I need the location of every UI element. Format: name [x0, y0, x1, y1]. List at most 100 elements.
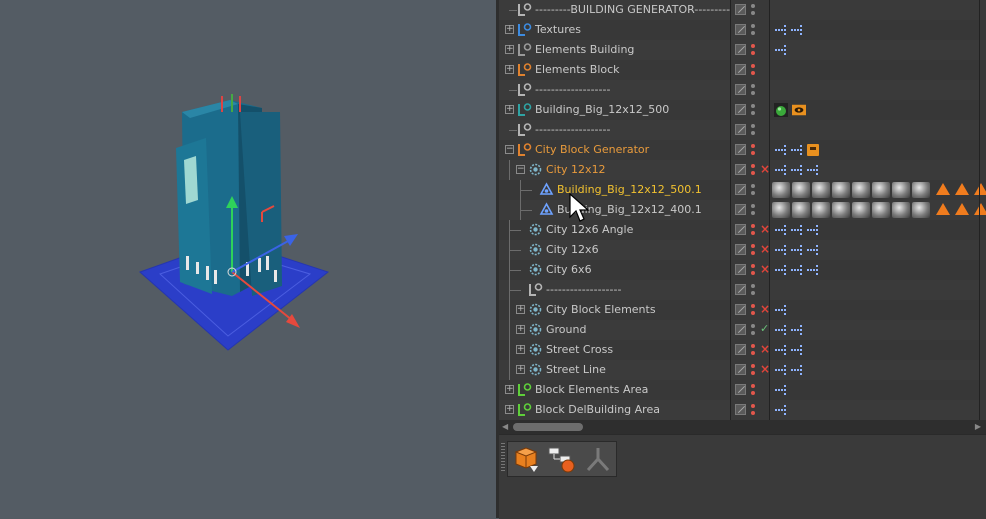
expand-icon[interactable]: + [505, 25, 514, 34]
editor-visibility-dot[interactable] [751, 184, 755, 188]
render-visibility-dot[interactable] [751, 371, 755, 375]
layer-icon[interactable] [735, 304, 746, 315]
layer-icon[interactable] [735, 224, 746, 235]
render-visibility-dot[interactable] [751, 91, 755, 95]
warning-triangle-icon[interactable] [936, 203, 950, 215]
editor-visibility-dot[interactable] [751, 4, 755, 8]
object-row[interactable]: + Elements Building [499, 40, 986, 60]
expand-icon[interactable]: + [505, 65, 514, 74]
toolbar-grip[interactable] [501, 443, 505, 473]
selection-tag-icon[interactable] [774, 223, 788, 237]
object-row[interactable]: + Block DelBuilding Area [499, 400, 986, 420]
selection-tag-icon[interactable] [790, 143, 804, 157]
selection-tag-icon[interactable] [774, 403, 788, 417]
editor-visibility-dot[interactable] [751, 84, 755, 88]
object-name-cell[interactable]: − City 12x12 [499, 160, 730, 180]
layer-icon[interactable] [735, 404, 746, 415]
object-row[interactable]: City 12x6 Angle × [499, 220, 986, 240]
object-row[interactable]: ------------------- [499, 120, 986, 140]
object-row[interactable]: ---------BUILDING GENERATOR--------- [499, 0, 986, 20]
object-name-cell[interactable]: + Street Line [499, 360, 730, 380]
object-name-cell[interactable]: City 6x6 [499, 260, 730, 280]
object-row[interactable]: City 6x6 × [499, 260, 986, 280]
render-visibility-dot[interactable] [751, 331, 755, 335]
material-tag-icon[interactable] [772, 182, 790, 198]
object-row[interactable]: − City Block Generator [499, 140, 986, 160]
editor-visibility-dot[interactable] [751, 64, 755, 68]
object-row[interactable]: + City Block Elements × [499, 300, 986, 320]
selection-tag-icon[interactable] [790, 263, 804, 277]
layer-icon[interactable] [735, 4, 746, 15]
layer-icon[interactable] [735, 244, 746, 255]
object-name-cell[interactable]: − City Block Generator [499, 140, 730, 160]
expand-icon[interactable]: + [505, 45, 514, 54]
object-name-cell[interactable]: ---------BUILDING GENERATOR--------- [499, 0, 730, 20]
render-visibility-dot[interactable] [751, 291, 755, 295]
material-tag-icon[interactable] [852, 202, 870, 218]
editor-visibility-dot[interactable] [751, 344, 755, 348]
layer-icon[interactable] [735, 384, 746, 395]
object-name-cell[interactable]: + Elements Block [499, 60, 730, 80]
editor-visibility-dot[interactable] [751, 364, 755, 368]
layer-icon[interactable] [735, 64, 746, 75]
object-name-cell[interactable]: ------------------- [499, 80, 730, 100]
xpresso-tag-icon[interactable] [806, 143, 820, 157]
material-tag-icon[interactable] [872, 182, 890, 198]
material-tag-icon[interactable] [892, 202, 910, 218]
display-tag-eye-icon[interactable] [792, 103, 806, 117]
object-row[interactable]: + Block Elements Area [499, 380, 986, 400]
object-name-cell[interactable]: ------------------- [499, 120, 730, 140]
material-tag-icon[interactable] [912, 202, 930, 218]
object-name-cell[interactable]: City 12x6 Angle [499, 220, 730, 240]
selection-tag-icon[interactable] [774, 243, 788, 257]
material-tag-icon[interactable] [832, 182, 850, 198]
warning-triangle-icon[interactable] [955, 203, 969, 215]
editor-visibility-dot[interactable] [751, 124, 755, 128]
selection-tag-icon[interactable] [774, 343, 788, 357]
selection-tag-icon[interactable] [790, 163, 804, 177]
selection-tag-icon[interactable] [774, 383, 788, 397]
object-name-cell[interactable]: + Textures [499, 20, 730, 40]
selection-tag-icon[interactable] [774, 263, 788, 277]
object-name-cell[interactable]: Building_Big_12x12_400.1 [499, 200, 730, 220]
editor-visibility-dot[interactable] [751, 264, 755, 268]
material-tag-icon[interactable] [792, 202, 810, 218]
collapse-icon[interactable]: − [516, 165, 525, 174]
selection-tag-icon[interactable] [774, 363, 788, 377]
render-visibility-dot[interactable] [751, 251, 755, 255]
warning-triangle-icon[interactable] [936, 183, 950, 195]
object-name-cell[interactable]: + Elements Building [499, 40, 730, 60]
render-visibility-dot[interactable] [751, 191, 755, 195]
render-visibility-dot[interactable] [751, 71, 755, 75]
selection-tag-icon[interactable] [806, 263, 820, 277]
object-row[interactable]: ------------------- [499, 280, 986, 300]
editor-visibility-dot[interactable] [751, 324, 755, 328]
layer-icon[interactable] [735, 184, 746, 195]
warning-triangle-icon[interactable] [955, 183, 969, 195]
selection-tag-icon[interactable] [790, 363, 804, 377]
layer-icon[interactable] [735, 204, 746, 215]
scene-render[interactable] [0, 0, 496, 518]
editor-visibility-dot[interactable] [751, 404, 755, 408]
editor-visibility-dot[interactable] [751, 304, 755, 308]
object-name-cell[interactable]: + Building_Big_12x12_500 [499, 100, 730, 120]
editor-visibility-dot[interactable] [751, 104, 755, 108]
warning-triangle-icon[interactable] [974, 203, 986, 215]
layer-icon[interactable] [735, 364, 746, 375]
render-visibility-dot[interactable] [751, 31, 755, 35]
object-name-cell[interactable]: + Block Elements Area [499, 380, 730, 400]
editor-visibility-dot[interactable] [751, 44, 755, 48]
render-visibility-dot[interactable] [751, 351, 755, 355]
editor-visibility-dot[interactable] [751, 24, 755, 28]
layer-icon[interactable] [735, 344, 746, 355]
selection-tag-icon[interactable] [774, 163, 788, 177]
layer-icon[interactable] [735, 104, 746, 115]
layer-icon[interactable] [735, 324, 746, 335]
editor-visibility-dot[interactable] [751, 164, 755, 168]
render-visibility-dot[interactable] [751, 411, 755, 415]
enabled-check-icon[interactable]: ✓ [760, 322, 769, 336]
object-name-cell[interactable]: + Block DelBuilding Area [499, 400, 730, 420]
object-row[interactable]: City 12x6 × [499, 240, 986, 260]
expand-icon[interactable]: + [516, 365, 525, 374]
selection-tag-icon[interactable] [790, 323, 804, 337]
